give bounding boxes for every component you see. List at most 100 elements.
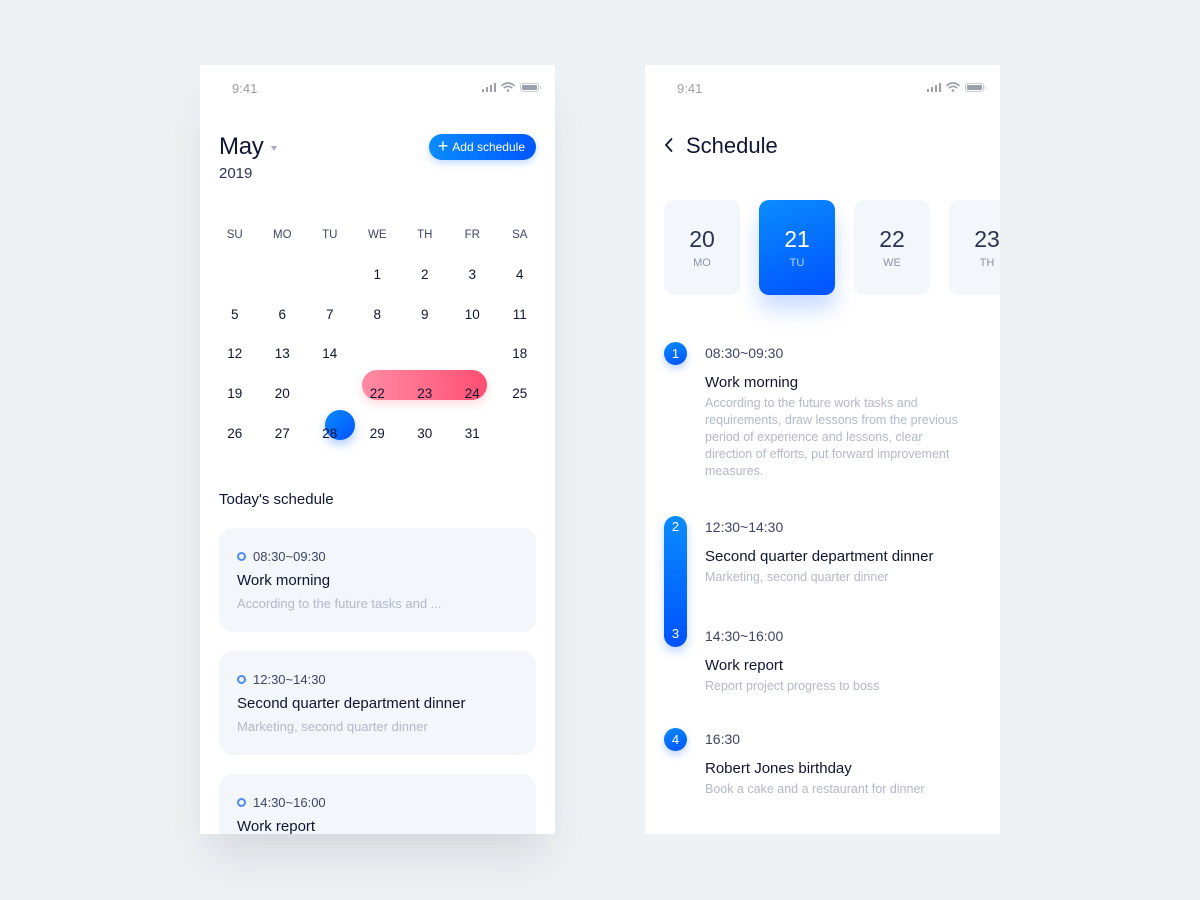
weekday-label: SU xyxy=(226,229,243,241)
day-tab[interactable]: 22 WE xyxy=(854,200,930,295)
calendar-day[interactable]: 19 xyxy=(211,384,259,424)
schedule-card[interactable]: 08:30~09:30 Work morning According to th… xyxy=(219,528,536,632)
calendar-day[interactable]: 26 xyxy=(211,424,259,464)
calendar-day[interactable]: 14 xyxy=(306,344,354,384)
chevron-left-icon xyxy=(665,138,673,152)
calendar-day[interactable]: 17 xyxy=(449,344,497,384)
calendar-day[interactable]: 28 xyxy=(306,424,354,464)
signal-icon xyxy=(926,82,941,92)
status-time: 9:41 xyxy=(677,81,703,96)
calendar-day[interactable]: 6 xyxy=(259,305,307,345)
day-number: 22 xyxy=(879,226,905,252)
calendar-day[interactable]: 21 xyxy=(306,384,354,424)
timeline-description: According to the future work tasks and r… xyxy=(705,396,958,478)
timeline-description: Report project progress to boss xyxy=(705,679,880,693)
timeline-item[interactable]: 12:30~14:30 Second quarter department di… xyxy=(705,519,960,586)
calendar-day[interactable]: 15 xyxy=(354,344,402,384)
circle-icon xyxy=(237,798,246,807)
card-description: According to the future tasks and ... xyxy=(237,596,442,611)
day-label: TH xyxy=(979,257,995,269)
day-tab-selected[interactable]: 21 TU xyxy=(759,200,835,295)
calendar-day[interactable]: 10 xyxy=(449,305,497,345)
calendar-day[interactable]: 18 xyxy=(496,344,544,384)
calendar-day[interactable]: 25 xyxy=(496,384,544,424)
calendar-day[interactable]: 13 xyxy=(259,344,307,384)
timeline-description: Marketing, second quarter dinner xyxy=(705,570,889,584)
day-number: 20 xyxy=(689,226,715,252)
calendar-day[interactable]: 23 xyxy=(401,384,449,424)
calendar-day[interactable]: 24 xyxy=(449,384,497,424)
calendar-week: 5 6 7 8 9 10 11 xyxy=(211,305,544,345)
add-schedule-label: Add schedule xyxy=(452,140,525,154)
card-time: 08:30~09:30 xyxy=(253,549,326,564)
circle-icon xyxy=(237,675,246,684)
calendar-day[interactable]: 27 xyxy=(259,424,307,464)
card-time: 12:30~14:30 xyxy=(253,672,326,687)
timeline-time: 16:30 xyxy=(705,731,741,747)
calendar-empty-cell xyxy=(211,265,259,305)
calendar-empty-cell xyxy=(306,265,354,305)
schedule-card[interactable]: 14:30~16:00 Work report xyxy=(219,774,536,834)
calendar-day[interactable]: 11 xyxy=(496,305,544,345)
calendar-day[interactable]: 1 xyxy=(354,265,402,305)
timeline-time: 08:30~09:30 xyxy=(705,345,784,361)
timeline-time: 14:30~16:00 xyxy=(705,628,784,644)
todays-schedule-heading: Today's schedule xyxy=(219,491,334,508)
signal-icon xyxy=(481,82,496,92)
calendar-day[interactable]: 7 xyxy=(306,305,354,345)
timeline-item[interactable]: 14:30~16:00 Work report Report project p… xyxy=(705,628,960,695)
calendar-empty-cell xyxy=(259,265,307,305)
weekday-label: WE xyxy=(367,229,387,241)
day-strip: 20 MO 21 TU 22 WE 23 TH xyxy=(664,200,1000,295)
timeline-range-badge: 2 3 xyxy=(664,516,687,647)
timeline-index-badge: 4 xyxy=(664,728,687,751)
timeline-title: Work report xyxy=(705,657,784,674)
calendar-screen: 9:41 May 2019 + Add schedule SU MO TU WE TH F… xyxy=(200,65,555,834)
calendar-day[interactable]: 4 xyxy=(496,265,544,305)
timeline-item[interactable]: 08:30~09:30 Work morning According to th… xyxy=(705,345,960,480)
schedule-card[interactable]: 12:30~14:30 Second quarter department di… xyxy=(219,651,536,755)
status-time: 9:41 xyxy=(232,81,258,96)
timeline-index: 2 xyxy=(671,519,680,534)
calendar-day[interactable]: 2 xyxy=(401,265,449,305)
card-title: Work report xyxy=(237,818,316,834)
day-number: 23 xyxy=(974,226,1000,252)
timeline-item[interactable]: 16:30 Robert Jones birthday Book a cake … xyxy=(705,731,960,798)
card-description: Marketing, second quarter dinner xyxy=(237,719,428,734)
page-title: Schedule xyxy=(686,133,778,158)
add-schedule-button[interactable]: + Add schedule xyxy=(428,134,536,160)
back-button[interactable] xyxy=(664,137,674,153)
day-tab[interactable]: 20 MO xyxy=(664,200,740,295)
wifi-icon xyxy=(501,82,515,92)
circle-icon xyxy=(237,552,246,561)
year-label: 2019 xyxy=(219,165,253,182)
calendar-day[interactable]: 22 xyxy=(354,384,402,424)
status-bar: 9:41 xyxy=(200,65,555,109)
calendar-day[interactable]: 9 xyxy=(401,305,449,345)
timeline-index-badge: 1 xyxy=(664,342,687,365)
calendar-empty-cell xyxy=(496,424,544,464)
weekday-header: SU MO TU WE TH FR SA xyxy=(211,225,544,245)
calendar-week: 12 13 14 15 16 17 18 xyxy=(211,344,544,384)
month-selector[interactable]: May xyxy=(219,133,278,161)
timeline-title: Work morning xyxy=(705,374,799,391)
calendar-day[interactable]: 30 xyxy=(401,424,449,464)
calendar-day[interactable]: 5 xyxy=(211,305,259,345)
day-tab[interactable]: 23 TH xyxy=(949,200,1000,295)
caret-down-icon xyxy=(271,146,278,151)
calendar-day[interactable]: 8 xyxy=(354,305,402,345)
card-time: 14:30~16:00 xyxy=(253,795,326,810)
calendar-day[interactable]: 12 xyxy=(211,344,259,384)
calendar-day[interactable]: 16 xyxy=(401,344,449,384)
calendar-day[interactable]: 3 xyxy=(449,265,497,305)
day-label: TU xyxy=(789,257,805,269)
battery-icon xyxy=(520,82,541,92)
calendar-day[interactable]: 20 xyxy=(259,384,307,424)
day-label: WE xyxy=(883,257,901,269)
calendar-day[interactable]: 31 xyxy=(449,424,497,464)
timeline-description: Book a cake and a restaurant for dinner xyxy=(705,782,925,796)
weekday-label: MO xyxy=(272,229,292,241)
month-calendar: SU MO TU WE TH FR SA 1 2 3 4 5 6 7 8 9 10 11 12 13 14 15 16 17… xyxy=(211,225,544,463)
calendar-day[interactable]: 29 xyxy=(354,424,402,464)
day-label: MO xyxy=(693,257,711,269)
